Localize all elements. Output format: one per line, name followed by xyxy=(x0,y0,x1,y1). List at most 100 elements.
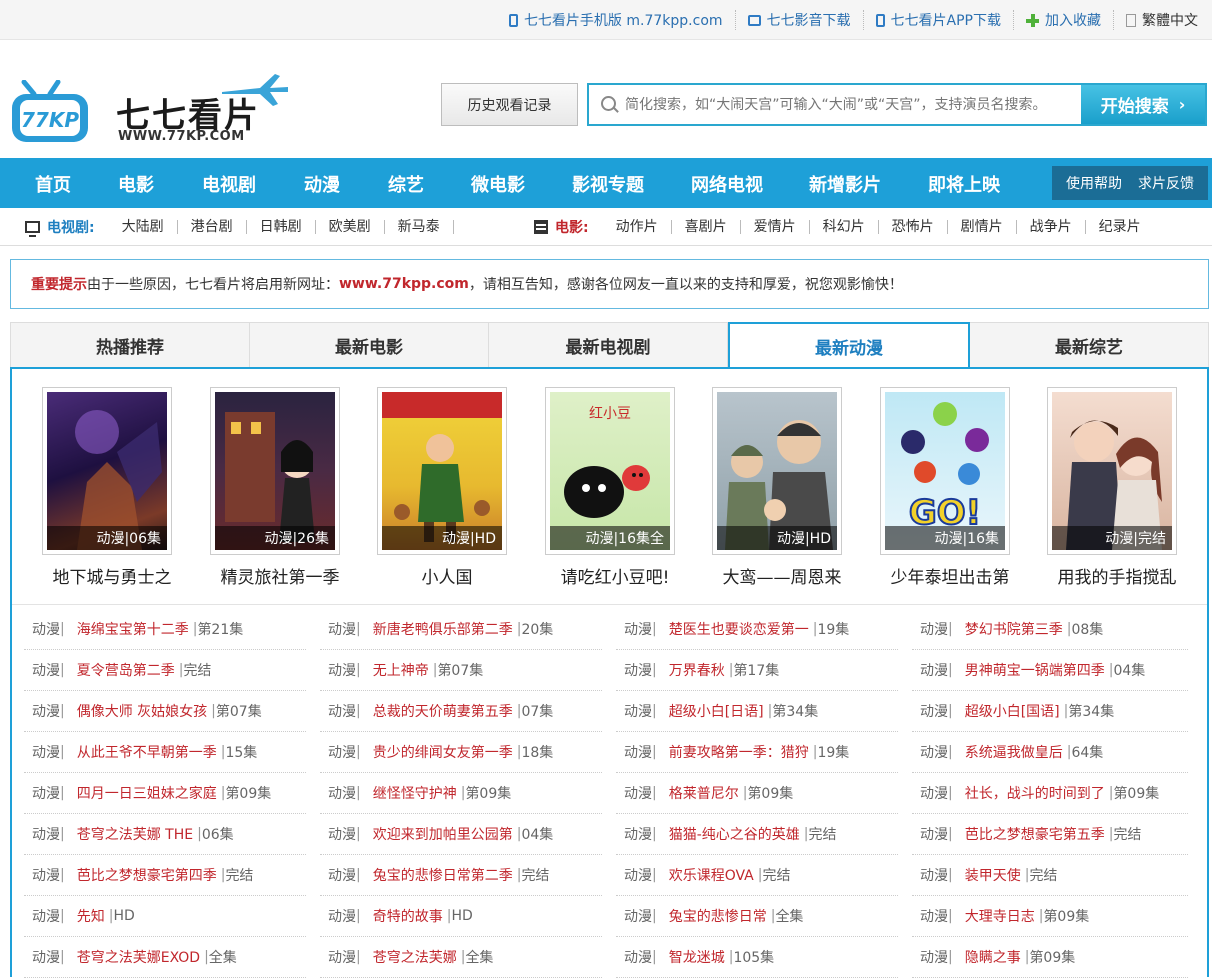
category-link[interactable]: 动漫 xyxy=(624,742,652,762)
poster-title[interactable]: 小人国 xyxy=(362,563,532,588)
category-link[interactable]: 动漫 xyxy=(328,824,356,844)
title-link[interactable]: 奇特的故事 xyxy=(373,906,443,926)
title-link[interactable]: 海绵宝宝第十二季 xyxy=(77,619,189,639)
subnav-movie-item[interactable]: 科幻片 xyxy=(810,220,879,234)
subnav-movie-item[interactable]: 纪录片 xyxy=(1086,220,1154,234)
nav-micro-film[interactable]: 微电影 xyxy=(471,171,525,197)
category-link[interactable]: 动漫 xyxy=(32,742,60,762)
title-link[interactable]: 大理寺日志 xyxy=(965,906,1035,926)
poster-card[interactable]: 动漫|06集 地下城与勇士之 xyxy=(22,387,172,588)
subnav-movie-item[interactable]: 爱情片 xyxy=(741,220,810,234)
title-link[interactable]: 偶像大师 灰姑娘女孩 xyxy=(77,701,207,721)
poster-title[interactable]: 少年泰坦出击第 xyxy=(865,563,1035,588)
category-link[interactable]: 动漫 xyxy=(328,619,356,639)
title-link[interactable]: 系统逼我做皇后 xyxy=(965,742,1063,762)
category-link[interactable]: 动漫 xyxy=(920,906,948,926)
category-link[interactable]: 动漫 xyxy=(328,947,356,967)
category-link[interactable]: 动漫 xyxy=(32,619,60,639)
category-link[interactable]: 动漫 xyxy=(624,783,652,803)
title-link[interactable]: 智龙迷城 xyxy=(669,947,725,967)
nav-tv[interactable]: 电视剧 xyxy=(202,171,256,197)
nav-home[interactable]: 首页 xyxy=(35,171,71,197)
category-link[interactable]: 动漫 xyxy=(328,742,356,762)
new-url-link[interactable]: www.77kpp.com xyxy=(339,276,469,292)
tab-latest-anime[interactable]: 最新动漫 xyxy=(728,322,970,369)
history-button[interactable]: 历史观看记录 xyxy=(441,83,578,126)
category-link[interactable]: 动漫 xyxy=(32,906,60,926)
title-link[interactable]: 格莱普尼尔 xyxy=(669,783,739,803)
category-link[interactable]: 动漫 xyxy=(624,660,652,680)
category-link[interactable]: 动漫 xyxy=(920,783,948,803)
tab-latest-variety[interactable]: 最新综艺 xyxy=(970,322,1209,368)
subnav-tv-item[interactable]: 大陆剧 xyxy=(109,220,178,234)
title-link[interactable]: 苍穹之法芙娜 THE xyxy=(77,824,193,844)
nav-online-tv[interactable]: 网络电视 xyxy=(691,171,763,197)
title-link[interactable]: 无上神帝 xyxy=(373,660,429,680)
category-link[interactable]: 动漫 xyxy=(624,824,652,844)
title-link[interactable]: 楚医生也要谈恋爱第一 xyxy=(669,619,809,639)
title-link[interactable]: 苍穹之法芙娜EXOD xyxy=(77,947,200,967)
request-feedback-link[interactable]: 求片反馈 xyxy=(1130,173,1202,193)
nav-new-films[interactable]: 新增影片 xyxy=(809,171,881,197)
poster-title[interactable]: 用我的手指搅乱 xyxy=(1032,563,1202,588)
poster-card[interactable]: 动漫|HD 小人国 xyxy=(357,387,507,588)
search-button[interactable]: 开始搜索 › xyxy=(1081,85,1205,124)
poster-title[interactable]: 精灵旅社第一季 xyxy=(195,563,365,588)
title-link[interactable]: 装甲天使 xyxy=(965,865,1021,885)
category-link[interactable]: 动漫 xyxy=(920,824,948,844)
mobile-site-link[interactable]: 七七看片手机版 m.77kpp.com xyxy=(497,10,736,30)
title-link[interactable]: 男神萌宝一锅端第四季 xyxy=(965,660,1105,680)
category-link[interactable]: 动漫 xyxy=(624,701,652,721)
site-logo[interactable]: 77KP 七七看片 WWW.77KP.COM xyxy=(10,70,300,152)
title-link[interactable]: 万界春秋 xyxy=(669,660,725,680)
poster-title[interactable]: 请吃红小豆吧! xyxy=(530,563,700,588)
category-link[interactable]: 动漫 xyxy=(32,701,60,721)
title-link[interactable]: 欢迎来到加帕里公园第 xyxy=(373,824,513,844)
nav-upcoming[interactable]: 即将上映 xyxy=(928,171,1000,197)
category-link[interactable]: 动漫 xyxy=(328,660,356,680)
add-favorite-link[interactable]: 加入收藏 xyxy=(1014,10,1114,30)
nav-anime[interactable]: 动漫 xyxy=(304,171,340,197)
category-link[interactable]: 动漫 xyxy=(920,619,948,639)
category-link[interactable]: 动漫 xyxy=(32,660,60,680)
poster-title[interactable]: 大鸾——周恩来 xyxy=(697,563,867,588)
category-link[interactable]: 动漫 xyxy=(920,865,948,885)
subnav-tv-item[interactable]: 欧美剧 xyxy=(316,220,385,234)
title-link[interactable]: 兔宝的悲惨日常第二季 xyxy=(373,865,513,885)
app-download-link[interactable]: 七七看片APP下载 xyxy=(864,10,1014,30)
category-link[interactable]: 动漫 xyxy=(32,865,60,885)
category-link[interactable]: 动漫 xyxy=(32,783,60,803)
nav-topics[interactable]: 影视专题 xyxy=(572,171,644,197)
category-link[interactable]: 动漫 xyxy=(624,619,652,639)
category-link[interactable]: 动漫 xyxy=(624,865,652,885)
title-link[interactable]: 贵少的绯闻女友第一季 xyxy=(373,742,513,762)
poster-card[interactable]: 动漫|HD 大鸾——周恩来 xyxy=(692,387,842,588)
title-link[interactable]: 芭比之梦想豪宅第五季 xyxy=(965,824,1105,844)
category-link[interactable]: 动漫 xyxy=(328,906,356,926)
title-link[interactable]: 从此王爷不早朝第一季 xyxy=(77,742,217,762)
title-link[interactable]: 总裁的天价萌妻第五季 xyxy=(373,701,513,721)
title-link[interactable]: 社长，战斗的时间到了 xyxy=(965,783,1105,803)
title-link[interactable]: 超级小白[日语] xyxy=(669,701,764,721)
title-link[interactable]: 夏令营岛第二季 xyxy=(77,660,175,680)
category-link[interactable]: 动漫 xyxy=(32,947,60,967)
subnav-tv-item[interactable]: 新马泰 xyxy=(385,220,454,234)
poster-card[interactable]: 动漫|26集 精灵旅社第一季 xyxy=(190,387,340,588)
title-link[interactable]: 欢乐课程OVA xyxy=(669,865,754,885)
title-link[interactable]: 超级小白[国语] xyxy=(965,701,1060,721)
nav-variety[interactable]: 综艺 xyxy=(388,171,424,197)
subnav-movie-item[interactable]: 动作片 xyxy=(603,220,672,234)
tab-latest-movies[interactable]: 最新电影 xyxy=(250,322,489,368)
category-link[interactable]: 动漫 xyxy=(624,947,652,967)
category-link[interactable]: 动漫 xyxy=(920,660,948,680)
traditional-chinese-link[interactable]: 繁體中文 xyxy=(1114,10,1198,30)
title-link[interactable]: 芭比之梦想豪宅第四季 xyxy=(77,865,217,885)
category-link[interactable]: 动漫 xyxy=(920,701,948,721)
search-input[interactable] xyxy=(625,85,1081,124)
subnav-movie-item[interactable]: 剧情片 xyxy=(948,220,1017,234)
title-link[interactable]: 隐瞒之事 xyxy=(965,947,1021,967)
poster-title[interactable]: 地下城与勇士之 xyxy=(27,563,197,588)
category-link[interactable]: 动漫 xyxy=(328,783,356,803)
tab-latest-tv[interactable]: 最新电视剧 xyxy=(489,322,728,368)
title-link[interactable]: 新唐老鸭俱乐部第二季 xyxy=(373,619,513,639)
